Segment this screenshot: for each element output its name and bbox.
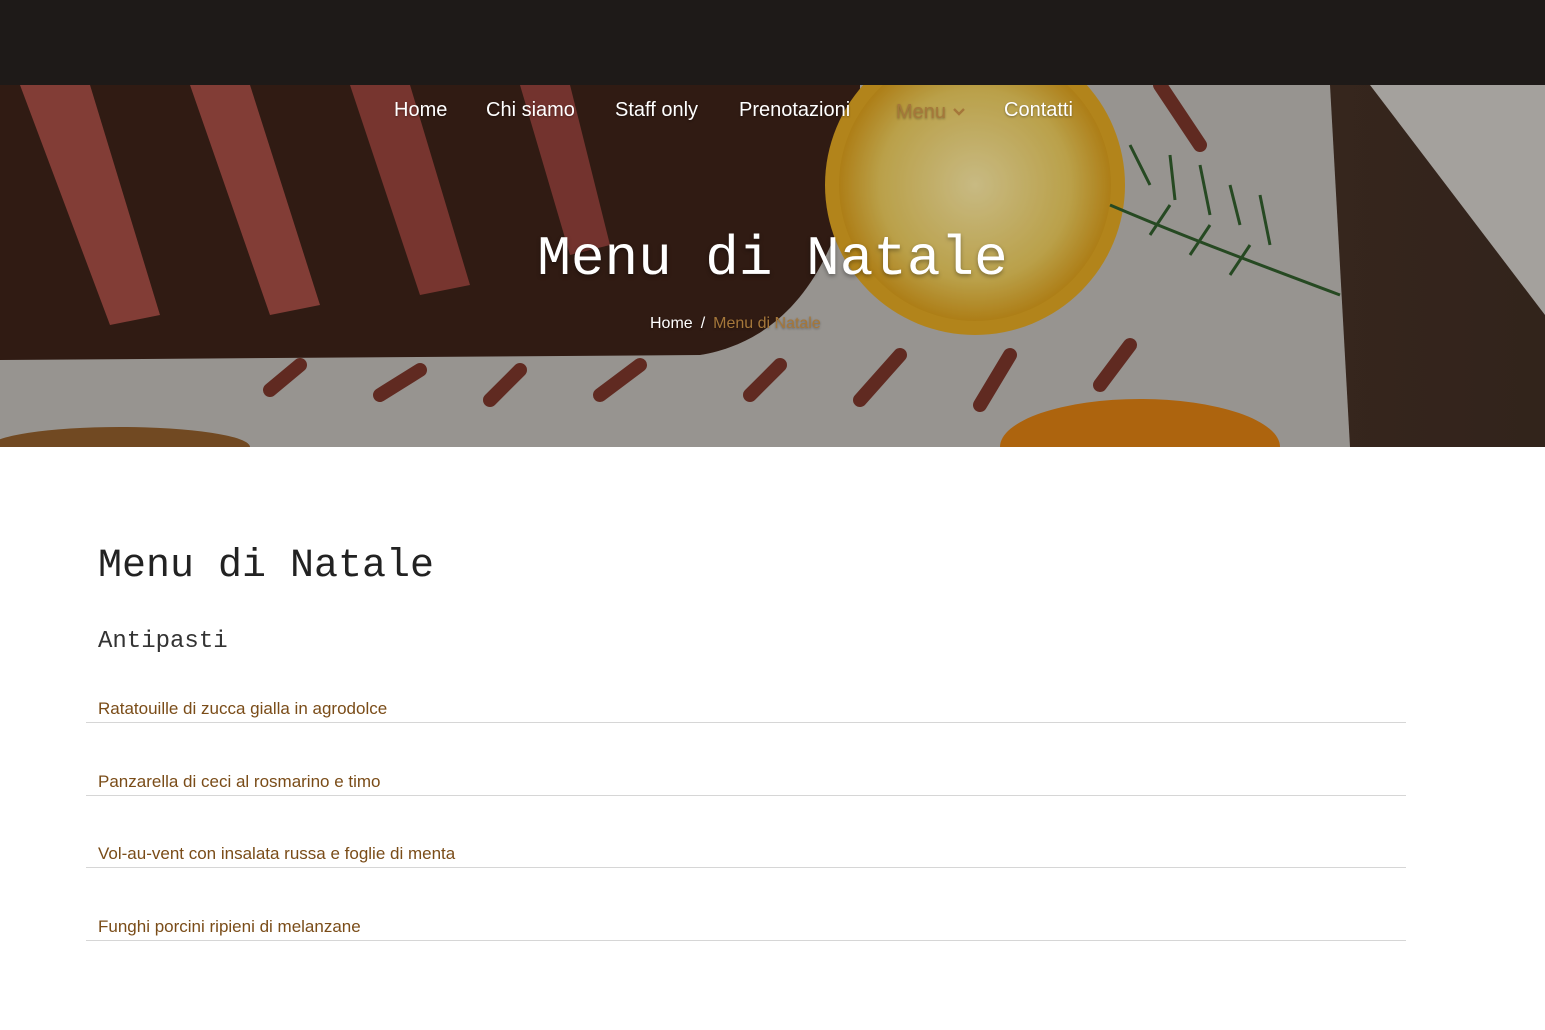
menu-item: Panzarella di ceci al rosmarino e timo xyxy=(86,723,1406,796)
breadcrumb-separator: / xyxy=(700,315,706,332)
breadcrumb: Home / Menu di Natale xyxy=(650,313,821,335)
menu-item: Funghi porcini ripieni di melanzane xyxy=(86,868,1406,941)
menu-item-name: Funghi porcini ripieni di melanzane xyxy=(98,916,361,936)
main-navigation: Home Chi siamo Staff only Prenotazioni M… xyxy=(0,97,1545,127)
menu-item-name: Panzarella di ceci al rosmarino e timo xyxy=(98,771,381,791)
hero-title: Menu di Natale xyxy=(537,227,1008,291)
nav-menu-label: Menu xyxy=(896,101,947,123)
nav-contatti[interactable]: Contatti xyxy=(1004,97,1073,123)
top-bar xyxy=(0,0,1545,85)
breadcrumb-current: Menu di Natale xyxy=(713,315,821,332)
section-heading-antipasti: Antipasti xyxy=(98,628,228,655)
menu-item-name: Ratatouille di zucca gialla in agrodolce xyxy=(98,699,388,718)
nav-chi-siamo[interactable]: Chi siamo xyxy=(486,97,575,123)
menu-item: Ratatouille di zucca gialla in agrodolce xyxy=(86,695,1406,723)
menu-item-list: Ratatouille di zucca gialla in agrodolce… xyxy=(86,695,1406,941)
hero-banner: Home Chi siamo Staff only Prenotazioni M… xyxy=(0,85,1545,447)
nav-staff-only[interactable]: Staff only xyxy=(615,97,698,123)
nav-home[interactable]: Home xyxy=(394,97,447,123)
menu-item: Vol-au-vent con insalata russa e foglie … xyxy=(86,796,1406,868)
nav-prenotazioni[interactable]: Prenotazioni xyxy=(739,97,850,123)
nav-menu[interactable]: Menu xyxy=(896,97,965,125)
menu-item-name: Vol-au-vent con insalata russa e foglie … xyxy=(98,844,456,863)
main-content: Menu di Natale Antipasti Ratatouille di … xyxy=(0,447,1545,1030)
breadcrumb-home[interactable]: Home xyxy=(650,315,693,332)
page-title: Menu di Natale xyxy=(98,544,435,589)
chevron-down-icon xyxy=(953,97,965,123)
